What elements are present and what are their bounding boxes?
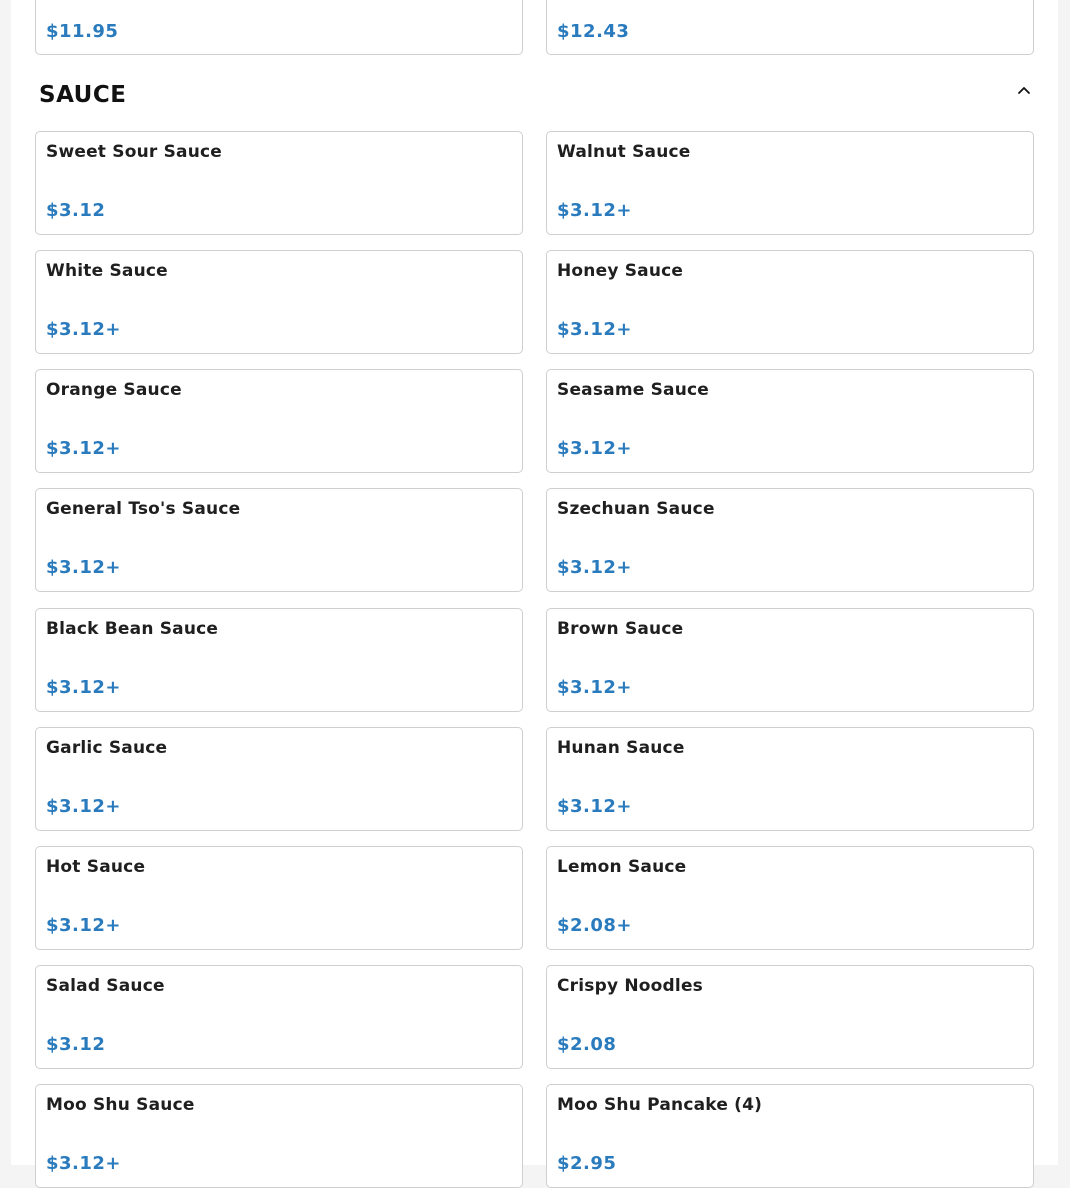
menu-item-card[interactable]: Seasame Sauce $3.12+	[546, 369, 1034, 473]
item-name: White Sauce	[46, 261, 168, 281]
menu-item-card[interactable]: Orange Sauce $3.12+	[35, 369, 523, 473]
item-price: $3.12	[46, 200, 106, 221]
item-name: Sweet Sour Sauce	[46, 142, 223, 162]
menu-item-card[interactable]: Hunan Sauce $3.12+	[546, 727, 1034, 831]
menu-item-card[interactable]: Brown Sauce $3.12+	[546, 608, 1034, 712]
item-name: Garlic Sauce	[46, 738, 168, 758]
menu-item-card[interactable]: Sweet Sour Sauce $3.12	[35, 131, 523, 235]
item-name: Brown Sauce	[557, 619, 684, 639]
item-name: Salad Sauce	[46, 976, 165, 996]
item-name: Black Bean Sauce	[46, 619, 219, 639]
item-price: $2.08+	[557, 915, 633, 936]
menu-item-card[interactable]: Hot Sauce $3.12+	[35, 846, 523, 950]
menu-item-card[interactable]: Honey Sauce $3.12+	[546, 250, 1034, 354]
item-price: $2.95	[557, 1153, 617, 1174]
item-name: Hunan Sauce	[557, 738, 685, 758]
item-price: $3.12+	[557, 796, 633, 817]
section-header-sauce[interactable]: SAUCE	[35, 72, 1034, 120]
item-price: $3.12+	[46, 319, 122, 340]
item-price: $3.12+	[46, 438, 122, 459]
item-name: General Tso's Sauce	[46, 499, 241, 519]
item-price: $3.12+	[46, 677, 122, 698]
item-name: Moo Shu Pancake (4)	[557, 1095, 763, 1115]
item-price: $3.12+	[557, 438, 633, 459]
menu-item-card[interactable]: Moo Shu Pancake (4) $2.95	[546, 1084, 1034, 1188]
item-name: Seasame Sauce	[557, 380, 710, 400]
menu-item-card[interactable]: $11.95	[35, 0, 523, 55]
item-name: Orange Sauce	[46, 380, 182, 400]
menu-item-card[interactable]: Walnut Sauce $3.12+	[546, 131, 1034, 235]
item-price: $2.08	[557, 1034, 617, 1055]
menu-item-card[interactable]: Lemon Sauce $2.08+	[546, 846, 1034, 950]
item-name: Szechuan Sauce	[557, 499, 715, 519]
item-price: $3.12+	[46, 915, 122, 936]
item-name: Walnut Sauce	[557, 142, 691, 162]
menu-item-card[interactable]: Crispy Noodles $2.08	[546, 965, 1034, 1069]
menu-item-card[interactable]: $12.43	[546, 0, 1034, 55]
item-price: $3.12+	[46, 1153, 122, 1174]
item-name: Hot Sauce	[46, 857, 146, 877]
item-name: Crispy Noodles	[557, 976, 704, 996]
menu-item-card[interactable]: Moo Shu Sauce $3.12+	[35, 1084, 523, 1188]
item-name: Honey Sauce	[557, 261, 684, 281]
item-price: $3.12+	[557, 319, 633, 340]
item-price: $3.12+	[557, 557, 633, 578]
item-price: $3.12+	[46, 557, 122, 578]
item-name: Moo Shu Sauce	[46, 1095, 195, 1115]
item-name: Lemon Sauce	[557, 857, 687, 877]
menu-item-card[interactable]: Szechuan Sauce $3.12+	[546, 488, 1034, 592]
menu-item-card[interactable]: General Tso's Sauce $3.12+	[35, 488, 523, 592]
menu-item-card[interactable]: Garlic Sauce $3.12+	[35, 727, 523, 831]
item-price: $12.43	[557, 21, 630, 42]
menu-item-card[interactable]: Black Bean Sauce $3.12+	[35, 608, 523, 712]
item-price: $3.12+	[46, 796, 122, 817]
menu-item-card[interactable]: Salad Sauce $3.12	[35, 965, 523, 1069]
chevron-up-icon[interactable]	[1014, 80, 1034, 100]
item-price: $3.12	[46, 1034, 106, 1055]
menu-item-card[interactable]: White Sauce $3.12+	[35, 250, 523, 354]
section-title: SAUCE	[39, 82, 127, 108]
item-price: $3.12+	[557, 200, 633, 221]
menu-page: $11.95 $12.43 SAUCE Sweet Sour Sauce $3.…	[11, 0, 1058, 1188]
item-price: $3.12+	[557, 677, 633, 698]
item-price: $11.95	[46, 21, 119, 42]
